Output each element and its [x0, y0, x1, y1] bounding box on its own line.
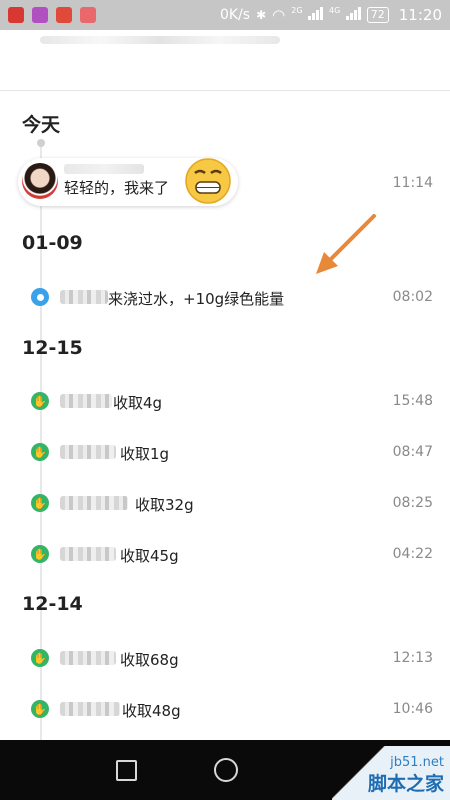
blurred-header-title [40, 36, 280, 44]
item-text: 收取68g [120, 651, 179, 669]
section-date: 12-15 [22, 337, 83, 359]
watermark-site: jb51.net [390, 755, 444, 770]
home-button[interactable] [214, 758, 238, 782]
blurred-sender-name [64, 164, 144, 174]
section-date: 01-09 [22, 232, 83, 254]
message-text: 轻轻的，我来了 [64, 179, 170, 197]
item-text: 收取45g [120, 547, 179, 565]
item-time: 15:48 [392, 393, 433, 409]
item-text: 收取1g [120, 445, 170, 463]
list-item[interactable]: 来浇过水，+10g绿色能量 08:02 [0, 282, 450, 312]
hand-icon: ✋ [31, 443, 49, 461]
blurred-name [60, 547, 116, 561]
watermark-name: 脚本之家 [367, 773, 444, 795]
network-2g-label: 2G [291, 6, 303, 15]
item-time: 08:02 [392, 289, 433, 305]
hand-icon: ✋ [31, 700, 49, 718]
bluetooth-icon: ✱ [256, 8, 267, 22]
blurred-name [60, 290, 108, 304]
list-item[interactable]: ✋ 收取68g 12:13 [0, 643, 450, 673]
blurred-name [60, 702, 120, 716]
recent-apps-button[interactable] [116, 760, 137, 781]
status-bar: 0K/s ✱ ◠ 2G 4G 72 11:20 [0, 0, 450, 30]
annotation-arrow-icon [316, 214, 376, 274]
signal-4g: 4G [329, 6, 361, 24]
timeline-dot [37, 139, 45, 147]
section-date: 12-14 [22, 593, 83, 615]
hand-icon: ✋ [31, 649, 49, 667]
list-item[interactable]: ✋ 收取45g 04:22 [0, 539, 450, 569]
signal-bars-icon [308, 6, 324, 20]
item-time: 08:25 [392, 495, 433, 511]
item-text: 收取4g [113, 394, 163, 412]
item-text: 来浇过水，+10g绿色能量 [108, 290, 285, 308]
item-time: 04:22 [392, 546, 433, 562]
avatar[interactable] [22, 163, 58, 199]
blurred-name [60, 394, 112, 408]
battery-icon: 72 [366, 7, 389, 23]
app-icon-4 [80, 7, 96, 23]
hand-icon: ✋ [31, 494, 49, 512]
signal-2g: 2G [291, 6, 324, 24]
hand-icon: ✋ [31, 545, 49, 563]
blurred-name [60, 445, 116, 459]
grinning-face-icon [185, 158, 231, 204]
wifi-icon: ◠ [272, 6, 286, 24]
app-icon-1 [8, 7, 24, 23]
water-drop-icon [31, 288, 49, 306]
clock: 11:20 [398, 6, 442, 24]
item-time: 08:47 [392, 444, 433, 460]
item-text: 收取48g [122, 702, 181, 720]
list-item[interactable]: ✋ 收取4g 15:48 [0, 386, 450, 416]
list-item[interactable]: ✋ 收取1g 08:47 [0, 437, 450, 467]
item-time: 12:13 [392, 650, 433, 666]
list-item[interactable]: ✋ 收取32g 08:25 [0, 488, 450, 518]
app-icon-2 [32, 7, 48, 23]
watermark: jb51.net 脚本之家 [332, 746, 450, 800]
network-4g-label: 4G [329, 6, 341, 15]
message-time: 11:14 [392, 175, 433, 191]
blurred-name [60, 496, 128, 510]
section-today: 今天 [22, 114, 61, 136]
signal-bars-icon [345, 6, 361, 20]
network-speed: 0K/s [220, 7, 251, 23]
page-header [0, 30, 450, 91]
list-item[interactable]: ✋ 收取48g 10:46 [0, 694, 450, 724]
hand-icon: ✋ [31, 392, 49, 410]
item-text: 收取32g [135, 496, 194, 514]
app-icon-3 [56, 7, 72, 23]
blurred-name [60, 651, 116, 665]
item-time: 10:46 [392, 701, 433, 717]
